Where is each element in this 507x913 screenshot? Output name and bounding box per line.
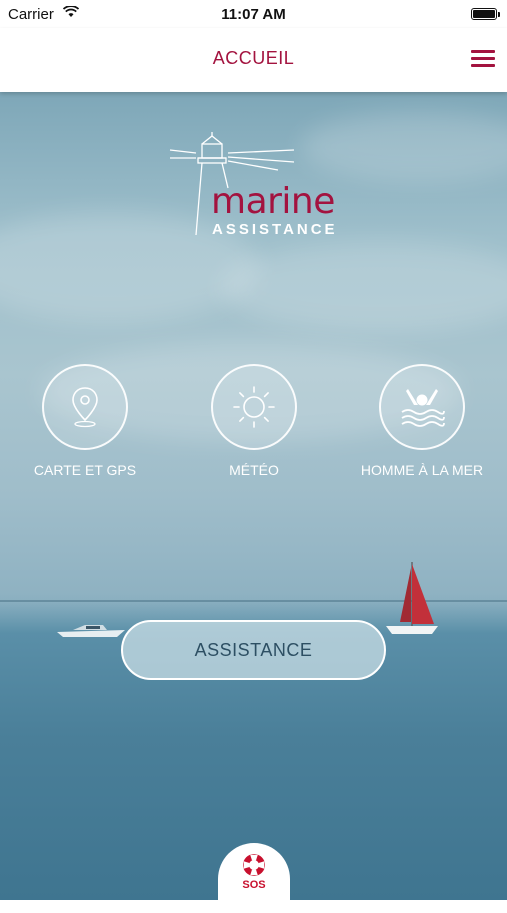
- page-title: ACCUEIL: [212, 48, 295, 68]
- navigation-bar: ACCUEIL: [0, 28, 507, 92]
- lifebuoy-icon: [243, 854, 265, 876]
- motorboat-image: [57, 625, 125, 637]
- map-gps-circle[interactable]: [42, 364, 128, 450]
- status-bar: Carrier 11:07 AM: [0, 0, 507, 28]
- status-time: 11:07 AM: [221, 6, 286, 23]
- logo-subtitle: ASSISTANCE: [212, 221, 338, 238]
- logo-wordmark: marine: [211, 181, 335, 222]
- weather-circle[interactable]: [211, 364, 297, 450]
- sos-button[interactable]: SOS: [218, 843, 290, 913]
- sos-label: SOS: [242, 879, 266, 891]
- hamburger-menu-icon[interactable]: [471, 50, 495, 68]
- man-overboard-label: HOMME À LA MER: [360, 462, 484, 478]
- weather-button[interactable]: MÉTÉO: [174, 364, 334, 478]
- man-overboard-icon: [401, 389, 445, 427]
- sailboat-image: [386, 562, 438, 634]
- map-pin-icon: [72, 387, 98, 428]
- assistance-button[interactable]: ASSISTANCE: [121, 620, 386, 680]
- weather-label: MÉTÉO: [229, 462, 279, 478]
- battery-icon: [471, 8, 500, 20]
- man-overboard-circle[interactable]: [379, 364, 465, 450]
- man-overboard-button[interactable]: HOMME À LA MER: [342, 364, 502, 478]
- sun-icon: [233, 386, 275, 428]
- map-gps-label: CARTE ET GPS: [33, 462, 137, 478]
- map-gps-button[interactable]: CARTE ET GPS: [5, 364, 165, 478]
